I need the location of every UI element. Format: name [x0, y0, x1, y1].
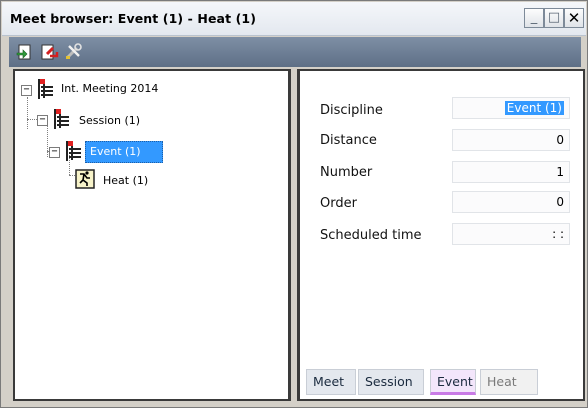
- tab-meet[interactable]: Meet: [306, 369, 356, 395]
- heat-icon: [75, 169, 95, 189]
- tree-node-label: Session (1): [79, 114, 141, 127]
- number-label: Number: [320, 165, 373, 180]
- expander-toggle[interactable]: −: [49, 147, 60, 158]
- discipline-field[interactable]: Event (1): [452, 97, 570, 119]
- close-button[interactable]: ✕: [564, 8, 584, 28]
- distance-label: Distance: [320, 133, 377, 148]
- tree-pane[interactable]: − Int. Meeting 2014 − Session (1) − Even…: [13, 69, 291, 401]
- meet-icon: [38, 79, 53, 99]
- tab-heat[interactable]: Heat: [480, 369, 538, 395]
- tree-node-event[interactable]: − Event (1): [15, 141, 275, 163]
- delete-item-icon[interactable]: [39, 42, 59, 62]
- order-field[interactable]: 0: [452, 191, 570, 213]
- window-title: Meet browser: Event (1) - Heat (1): [10, 11, 257, 26]
- tree-node-heat[interactable]: Heat (1): [15, 169, 275, 191]
- event-icon: [66, 141, 81, 161]
- properties-pane: Discipline Event (1) Distance 0 Number 1…: [297, 69, 585, 401]
- maximize-button[interactable]: □: [544, 8, 564, 28]
- distance-field[interactable]: 0: [452, 129, 570, 151]
- session-icon: [54, 109, 69, 129]
- meet-browser-window: Meet browser: Event (1) - Heat (1) _ □ ✕: [0, 0, 588, 408]
- tree-node-meet[interactable]: − Int. Meeting 2014: [15, 79, 275, 101]
- expander-toggle[interactable]: −: [21, 85, 32, 96]
- minimize-button[interactable]: _: [524, 8, 544, 28]
- discipline-label: Discipline: [320, 103, 383, 118]
- tab-session[interactable]: Session: [358, 369, 424, 395]
- scheduled-time-field[interactable]: : :: [452, 223, 570, 245]
- tree-node-label: Heat (1): [103, 174, 149, 187]
- tree-node-label: Int. Meeting 2014: [61, 82, 159, 95]
- add-item-icon[interactable]: [15, 42, 35, 62]
- order-label: Order: [320, 196, 357, 211]
- title-bar[interactable]: Meet browser: Event (1) - Heat (1) _ □ ✕: [2, 2, 586, 36]
- settings-tools-icon[interactable]: [63, 42, 83, 62]
- tab-event[interactable]: Event: [430, 369, 476, 395]
- tree-node-label-selected: Event (1): [85, 141, 163, 163]
- number-field[interactable]: 1: [452, 161, 570, 183]
- tree-node-session[interactable]: − Session (1): [15, 109, 275, 131]
- discipline-value: Event (1): [504, 101, 564, 115]
- expander-toggle[interactable]: −: [37, 115, 48, 126]
- toolbar: [9, 37, 581, 67]
- scheduled-time-label: Scheduled time: [320, 228, 422, 243]
